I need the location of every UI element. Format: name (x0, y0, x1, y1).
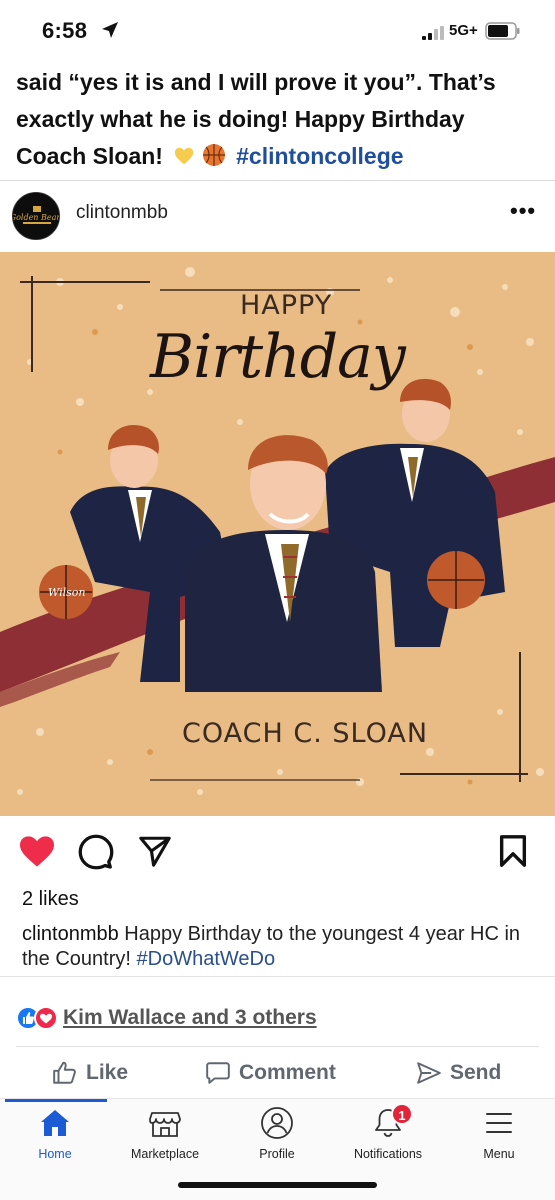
tab-label: Marketplace (130, 1147, 200, 1161)
location-arrow-icon (102, 22, 118, 38)
bookmark-icon[interactable] (498, 834, 528, 868)
tab-menu[interactable]: Menu (444, 1105, 554, 1161)
graphic-birthday-text: Birthday (150, 322, 406, 392)
heart-icon[interactable] (18, 834, 56, 868)
send-arrow-icon (417, 1062, 441, 1084)
post-text-coach: Coach Sloan! (16, 143, 163, 169)
divider (0, 976, 555, 977)
menu-icon (486, 1113, 512, 1133)
yellow-heart-icon (175, 147, 194, 165)
send-button[interactable]: Send (416, 1060, 501, 1086)
divider (16, 1046, 539, 1047)
graphic-happy-text: HAPPY (240, 290, 333, 321)
send-icon[interactable] (138, 834, 172, 868)
comment-button[interactable]: Comment (205, 1060, 336, 1086)
post-caption: clintonmbb Happy Birthday to the younges… (22, 922, 522, 972)
more-options-icon[interactable]: ••• (510, 198, 536, 224)
tab-label: Home (38, 1147, 72, 1161)
hashtag-link[interactable]: #clintoncollege (236, 143, 403, 169)
like-button[interactable]: Like (52, 1060, 128, 1086)
basketball-icon (202, 144, 225, 166)
signal-icon (422, 26, 444, 40)
marketplace-icon (149, 1112, 181, 1137)
birthday-graphic: HAPPY Birthday COACH C. SLOAN Wilson (0, 252, 555, 816)
post-text-line: Coach Sloan! #clintoncollege (16, 138, 536, 175)
profile-icon (261, 1107, 293, 1139)
instagram-post-header: Golden Bears clintonmbb ••• (0, 186, 555, 240)
reactors-link[interactable]: Kim Wallace and 3 others (63, 1006, 317, 1030)
comment-label: Comment (239, 1061, 336, 1084)
graphic-coach-name: COACH C. SLOAN (182, 718, 429, 749)
tab-profile[interactable]: Profile (222, 1105, 332, 1161)
battery-icon (485, 22, 520, 40)
home-indicator (178, 1182, 377, 1188)
tab-label: Notifications (353, 1147, 423, 1161)
love-reaction-icon (34, 1006, 58, 1030)
comment-bubble-icon (206, 1062, 230, 1084)
ball-brand-text: Wilson (48, 586, 86, 599)
thumbs-up-icon (53, 1061, 76, 1084)
golden-bears-logo-icon: Golden Bears (13, 193, 60, 239)
avatar-logo-text: Golden Bears (13, 213, 60, 222)
likes-count[interactable]: 2 likes (22, 888, 79, 911)
facebook-actions: Like Comment Send (0, 1050, 555, 1098)
active-tab-indicator (5, 1099, 107, 1102)
tab-label: Profile (259, 1147, 295, 1161)
home-icon (41, 1110, 69, 1136)
tab-marketplace[interactable]: Marketplace (110, 1105, 220, 1161)
avatar[interactable]: Golden Bears (12, 192, 60, 240)
post-text: said “yes it is and I will prove it you”… (16, 64, 536, 175)
instagram-username[interactable]: clintonmbb (76, 202, 168, 224)
tab-home[interactable]: Home (0, 1105, 110, 1161)
post-text-line: said “yes it is and I will prove it you”… (16, 69, 496, 95)
post-text-line: exactly what he is doing! Happy Birthday (16, 106, 465, 132)
status-bar: 6:58 5G+ (0, 0, 555, 62)
send-label: Send (450, 1061, 502, 1084)
caption-hashtag[interactable]: #DoWhatWeDo (137, 948, 276, 970)
notification-badge: 1 (391, 1103, 413, 1125)
status-time: 6:58 (42, 18, 88, 43)
divider (0, 180, 555, 181)
tab-notifications[interactable]: 1 Notifications (333, 1103, 443, 1161)
tab-label: Menu (483, 1147, 515, 1161)
like-label: Like (86, 1061, 129, 1084)
instagram-actions (0, 830, 555, 876)
network-type: 5G+ (449, 22, 478, 39)
comment-icon[interactable] (78, 834, 114, 870)
caption-username[interactable]: clintonmbb (22, 923, 119, 945)
